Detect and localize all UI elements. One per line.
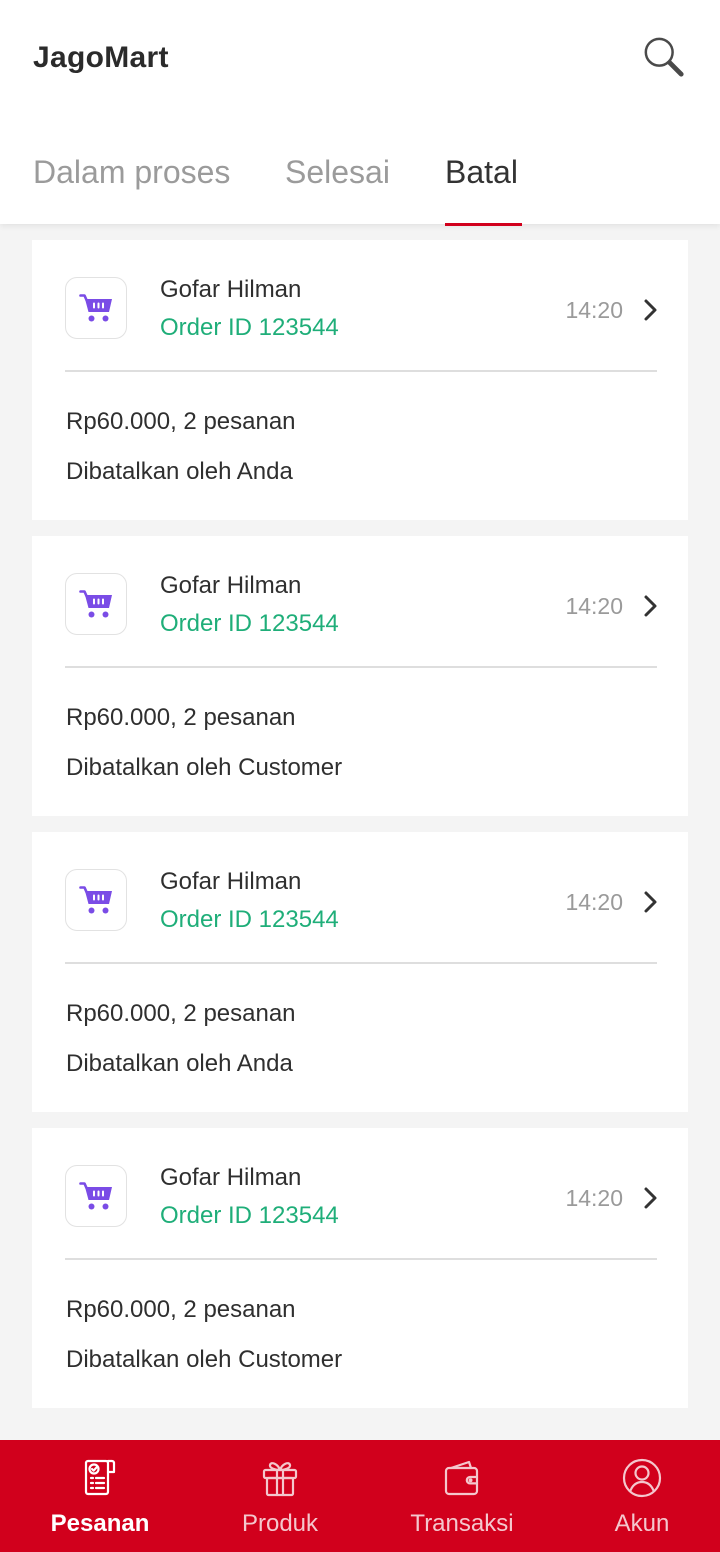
order-card[interactable]: Gofar Hilman Order ID 123544 14:20 Rp60.… (32, 536, 688, 816)
nav-item-produk[interactable]: Produk (205, 1440, 355, 1552)
order-id: Order ID 123544 (160, 1202, 339, 1229)
customer-name: Gofar Hilman (160, 868, 302, 895)
nav-label: Transaksi (410, 1510, 514, 1537)
nav-label: Produk (241, 1510, 319, 1537)
customer-name: Gofar Hilman (160, 572, 302, 599)
order-summary: Rp60.000, 2 pesanan (66, 704, 296, 731)
tab-dalam-proses[interactable]: Dalam proses (33, 120, 230, 224)
cancel-status: Dibatalkan oleh Anda (66, 1050, 293, 1077)
order-id: Order ID 123544 (160, 610, 339, 637)
chevron-right-icon[interactable] (641, 1185, 661, 1211)
order-summary: Rp60.000, 2 pesanan (66, 1000, 296, 1027)
nav-item-akun[interactable]: Akun (567, 1440, 717, 1552)
account-icon (622, 1458, 662, 1498)
order-id: Order ID 123544 (160, 906, 339, 933)
card-divider (65, 1258, 657, 1260)
card-divider (65, 370, 657, 372)
order-card[interactable]: Gofar Hilman Order ID 123544 14:20 Rp60.… (32, 240, 688, 520)
order-time: 14:20 (565, 297, 623, 323)
nav-label: Pesanan (50, 1510, 150, 1537)
cancel-status: Dibatalkan oleh Customer (66, 1346, 343, 1373)
app-header: JagoMart Dalam proses Selesai Batal (0, 0, 720, 226)
order-card[interactable]: Gofar Hilman Order ID 123544 14:20 Rp60.… (32, 1128, 688, 1408)
chevron-right-icon[interactable] (641, 593, 661, 619)
chevron-right-icon[interactable] (641, 889, 661, 915)
search-button[interactable] (640, 33, 688, 81)
cart-icon (79, 294, 112, 322)
order-list: Gofar Hilman Order ID 123544 14:20 Rp60.… (32, 240, 688, 1424)
app-title: JagoMart (33, 41, 169, 74)
order-time: 14:20 (565, 593, 623, 619)
card-divider (65, 666, 657, 668)
order-icon-box (65, 277, 127, 339)
chevron-right-icon[interactable] (641, 297, 661, 323)
order-summary: Rp60.000, 2 pesanan (66, 1296, 296, 1323)
order-time: 14:20 (565, 889, 623, 915)
orders-icon (84, 1459, 116, 1496)
cart-icon (79, 886, 112, 914)
order-time: 14:20 (565, 1185, 623, 1211)
nav-label: Akun (614, 1510, 670, 1537)
customer-name: Gofar Hilman (160, 1164, 302, 1191)
order-icon-box (65, 573, 127, 635)
search-icon (644, 37, 684, 77)
nav-item-transaksi[interactable]: Transaksi (387, 1440, 537, 1552)
wallet-icon (444, 1460, 479, 1496)
cart-icon (79, 1182, 112, 1210)
gift-icon (262, 1462, 298, 1497)
order-icon-box (65, 869, 127, 931)
cancel-status: Dibatalkan oleh Anda (66, 458, 293, 485)
card-divider (65, 962, 657, 964)
tab-selesai[interactable]: Selesai (285, 120, 390, 224)
order-summary: Rp60.000, 2 pesanan (66, 408, 296, 435)
cancel-status: Dibatalkan oleh Customer (66, 754, 343, 781)
order-icon-box (65, 1165, 127, 1227)
order-id: Order ID 123544 (160, 314, 339, 341)
order-card[interactable]: Gofar Hilman Order ID 123544 14:20 Rp60.… (32, 832, 688, 1112)
customer-name: Gofar Hilman (160, 276, 302, 303)
nav-item-pesanan[interactable]: Pesanan (25, 1440, 175, 1552)
tab-batal[interactable]: Batal (445, 120, 522, 226)
cart-icon (79, 590, 112, 618)
bottom-nav: Pesanan Produk Transaksi Akun (0, 1440, 720, 1552)
